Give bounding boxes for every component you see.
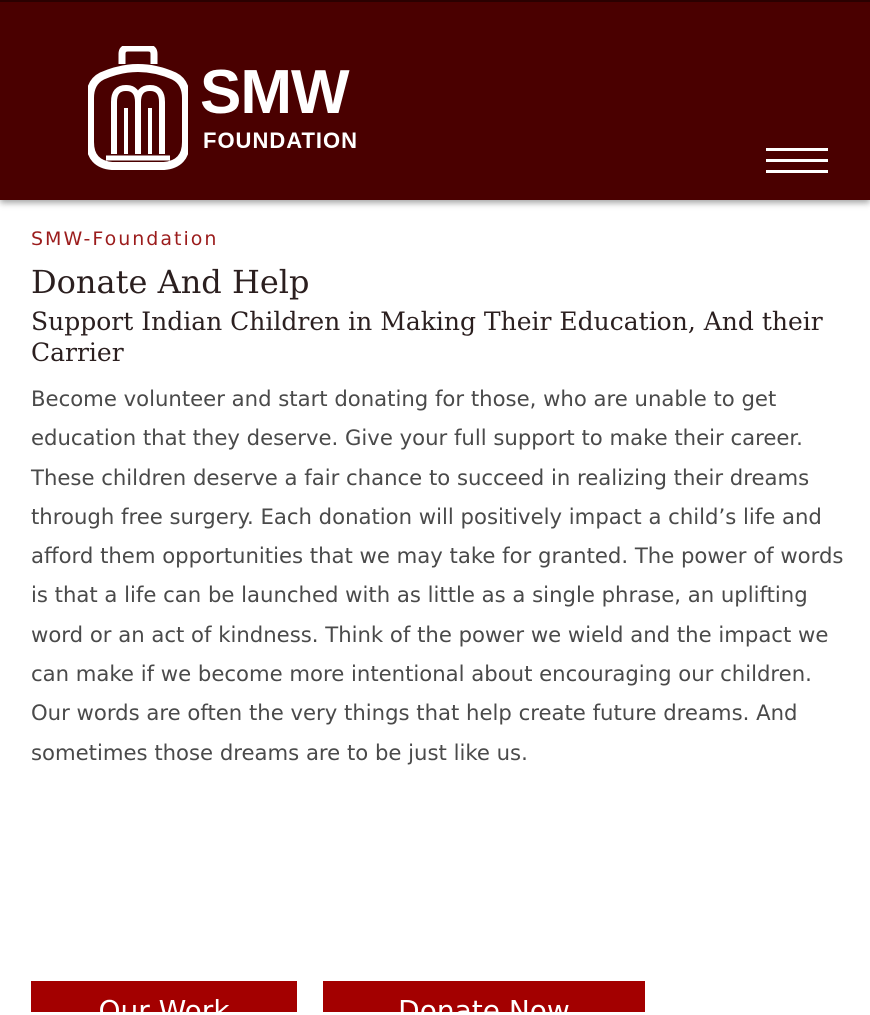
site-header: SMW FOUNDATION [0, 0, 870, 200]
body-paragraph: Become volunteer and start donating for … [31, 386, 844, 765]
donate-now-button[interactable]: Donate Now [323, 981, 645, 1015]
page-subtitle: Support Indian Children in Making Their … [31, 307, 823, 367]
foundation-logo-icon [88, 46, 188, 170]
hamburger-menu-button[interactable] [766, 148, 828, 176]
our-work-button[interactable]: Our Work [31, 981, 297, 1015]
logo-subtitle: FOUNDATION [203, 128, 359, 153]
page-title: Donate And Help [31, 263, 310, 301]
site-logo[interactable]: SMW FOUNDATION [88, 46, 428, 172]
hamburger-menu-icon [766, 148, 828, 151]
hamburger-menu-icon-line [766, 159, 828, 162]
logo-wordmark: SMW [200, 58, 350, 127]
main-content: SMW-Foundation Donate And Help Support I… [31, 226, 846, 772]
hamburger-menu-icon-line [766, 170, 828, 173]
page: SMW FOUNDATION SMW-Foundation Donate And… [0, 0, 870, 1015]
section-eyebrow: SMW-Foundation [31, 228, 219, 250]
